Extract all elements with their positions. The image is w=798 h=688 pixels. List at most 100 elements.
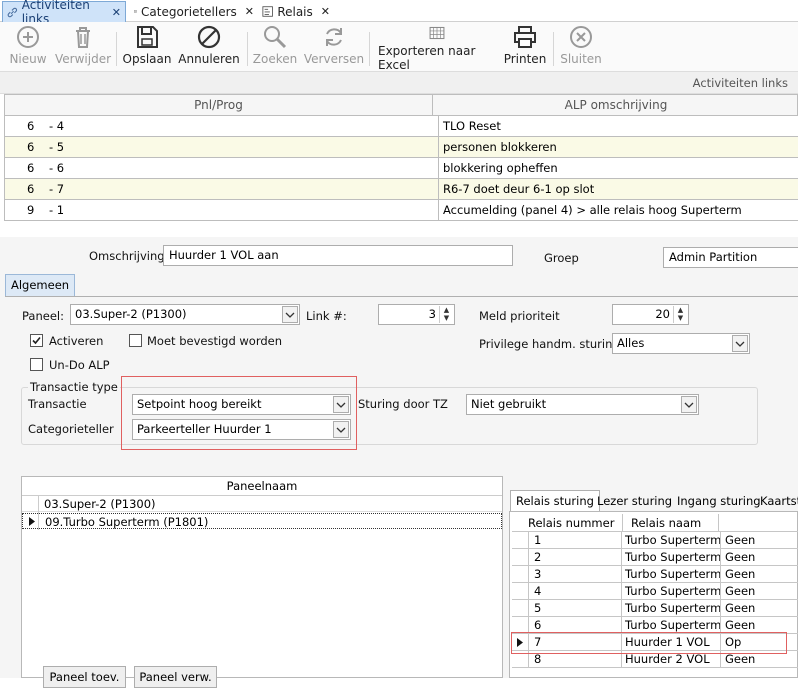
- paneel-verwijderen-button[interactable]: Paneel verw.: [134, 666, 217, 688]
- exporteren-label: Exporteren naar Excel: [378, 44, 476, 72]
- relais-naam-cell: Turbo Superterm: [625, 601, 722, 615]
- relais-naam-cell: Turbo Superterm: [625, 550, 722, 564]
- relais-naam-header[interactable]: Relais naam: [622, 514, 701, 532]
- column-header-alp-omschrijving[interactable]: ALP omschrijving: [434, 95, 798, 115]
- table-row[interactable]: 4 Turbo Superterm Geen: [512, 583, 798, 600]
- link-stepper[interactable]: 3 ▲ ▼: [378, 304, 455, 325]
- sturing-tz-select[interactable]: Niet gebruikt: [466, 394, 699, 415]
- exporteren-button[interactable]: Exporteren naar Excel: [378, 22, 496, 72]
- pnl-prog-cell: 6 - 5: [27, 140, 65, 154]
- paneelnaam-header[interactable]: Paneelnaam: [22, 477, 502, 496]
- tab-relais[interactable]: Relais ✕: [258, 1, 334, 22]
- tab-activiteiten-links[interactable]: Activiteiten links ✕: [2, 0, 126, 26]
- table-row[interactable]: 09.Turbo Superterm (P1801): [22, 513, 502, 529]
- spin-arrows-icon[interactable]: ▲ ▼: [673, 306, 687, 323]
- table-row[interactable]: 03.Super-2 (P1300): [22, 496, 502, 512]
- relais-header: Relais nummer Relais naam: [512, 514, 798, 532]
- save-icon: [137, 26, 158, 48]
- pnl-prog-cell: 6 - 7: [27, 182, 65, 196]
- relais-naam-cell: Turbo Superterm: [625, 533, 722, 547]
- annuleren-button[interactable]: Annuleren: [178, 22, 240, 72]
- table-row[interactable]: 2 Turbo Superterm Geen: [512, 549, 798, 566]
- spin-arrows-icon[interactable]: ▲ ▼: [439, 306, 453, 323]
- annuleren-label: Annuleren: [178, 52, 240, 66]
- tab-ingang-sturing[interactable]: Ingang sturing: [672, 491, 766, 513]
- verversen-button[interactable]: Verversen: [303, 22, 365, 72]
- link-label: Link #:: [306, 309, 347, 323]
- table-row[interactable]: 6 - 4 TLO Reset: [4, 116, 798, 137]
- relais-status-cell: Geen: [725, 584, 756, 598]
- alp-omschrijving-cell: Accumelding (panel 4) > alle relais hoog…: [438, 200, 798, 220]
- paneel-select[interactable]: 03.Super-2 (P1300): [70, 304, 300, 325]
- relais-status-cell: Geen: [725, 533, 756, 547]
- relais-nummer-header[interactable]: Relais nummer: [528, 516, 614, 530]
- meld-prioriteit-label: Meld prioriteit: [479, 309, 560, 323]
- tab-categorietellers[interactable]: Categorietellers ✕: [130, 1, 258, 22]
- verwijder-button[interactable]: Verwijder: [55, 22, 111, 72]
- zoeken-label: Zoeken: [252, 52, 298, 66]
- omschrijving-label: Omschrijving: [89, 249, 165, 263]
- table-icon: [134, 10, 137, 13]
- tab-divider: [5, 296, 798, 297]
- tab-label: Relais: [277, 4, 313, 19]
- chevron-down-icon[interactable]: [282, 306, 298, 323]
- opslaan-button[interactable]: Opslaan: [122, 22, 172, 72]
- tab-label: Categorietellers: [141, 4, 237, 19]
- pnl-prog-cell: 6 - 4: [27, 119, 65, 133]
- printen-label: Printen: [503, 52, 547, 66]
- table-row[interactable]: 6 - 7 R6-7 doet deur 6-1 op slot: [4, 179, 798, 200]
- tab-relais-sturing[interactable]: Relais sturing: [510, 490, 600, 512]
- chevron-down-icon[interactable]: [732, 335, 748, 352]
- paneel-label: Paneel:: [22, 309, 64, 323]
- activeren-checkbox[interactable]: [30, 334, 43, 347]
- trash-icon: [76, 27, 90, 48]
- table-row[interactable]: 5 Turbo Superterm Geen: [512, 600, 798, 617]
- privilege-select[interactable]: Alles: [612, 333, 750, 354]
- chevron-down-icon[interactable]: [681, 396, 697, 413]
- paneel-toevoegen-button[interactable]: Paneel toev.: [43, 666, 126, 688]
- tab-lezer-sturing[interactable]: Lezer sturing: [592, 491, 677, 513]
- nieuw-label: Nieuw: [9, 52, 47, 66]
- close-icon[interactable]: ✕: [245, 5, 254, 18]
- tab-kaartsturing[interactable]: Kaartstu: [755, 491, 798, 513]
- relais-status-cell: Geen: [725, 550, 756, 564]
- meld-prioriteit-stepper[interactable]: 20 ▲ ▼: [612, 304, 689, 325]
- transactie-type-label: Transactie type: [28, 380, 120, 394]
- link-value: 3: [428, 307, 436, 321]
- close-icon[interactable]: ✕: [112, 6, 121, 19]
- relais-nummer-cell: 5: [534, 601, 542, 615]
- omschrijving-field[interactable]: Huurder 1 VOL aan: [163, 245, 513, 266]
- table-row[interactable]: 9 - 1 Accumelding (panel 4) > alle relai…: [4, 200, 798, 221]
- groep-field[interactable]: Admin Partition: [663, 247, 798, 268]
- sluiten-label: Sluiten: [560, 52, 602, 66]
- relais-nummer-cell: 4: [534, 584, 542, 598]
- alp-omschrijving-cell: personen blokkeren: [438, 137, 798, 157]
- close-icon[interactable]: ✕: [321, 5, 330, 18]
- toolbar: Nieuw Verwijder Opslaan Annuleren Zoeken…: [0, 22, 798, 72]
- document-tabs: Activiteiten links ✕ Categorietellers ✕ …: [0, 0, 798, 26]
- groep-label: Groep: [544, 251, 579, 265]
- sturing-tz-label: Sturing door TZ: [358, 397, 448, 411]
- table-row[interactable]: 3 Turbo Superterm Geen: [512, 566, 798, 583]
- undo-alp-checkbox[interactable]: [30, 358, 43, 371]
- table-row[interactable]: 6 - 5 personen blokkeren: [4, 137, 798, 158]
- relais-status-cell: Geen: [725, 567, 756, 581]
- table-row[interactable]: 1 Turbo Superterm Geen: [512, 532, 798, 549]
- zoeken-button[interactable]: Zoeken: [252, 22, 298, 72]
- highlight-box: [121, 376, 357, 450]
- verversen-label: Verversen: [303, 52, 365, 66]
- printen-button[interactable]: Printen: [503, 22, 547, 72]
- moet-bevestigd-checkbox[interactable]: [129, 334, 142, 347]
- alp-omschrijving-cell: R6-7 doet deur 6-1 op slot: [438, 179, 798, 199]
- meld-prioriteit-value: 20: [655, 307, 670, 321]
- undo-alp-label: Un-Do ALP: [49, 358, 110, 372]
- tab-algemeen[interactable]: Algemeen: [5, 274, 76, 296]
- table-row[interactable]: 6 - 6 blokkering opheffen: [4, 158, 798, 179]
- grid-empty-area: [0, 221, 798, 237]
- plus-circle-icon: [17, 26, 39, 48]
- highlight-box: [511, 632, 787, 654]
- sluiten-button[interactable]: Sluiten: [558, 22, 604, 72]
- toolbar-separator: [369, 32, 370, 66]
- nieuw-button[interactable]: Nieuw: [6, 22, 50, 72]
- column-header-pnl-prog[interactable]: Pnl/Prog: [5, 95, 433, 115]
